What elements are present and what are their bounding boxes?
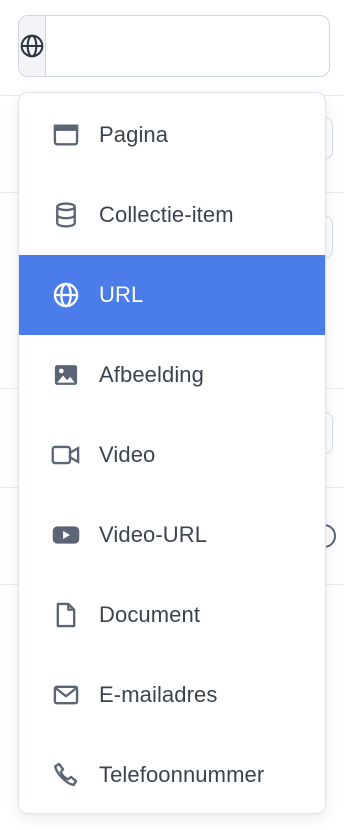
- phone-icon: [51, 760, 81, 790]
- youtube-play-icon: [51, 520, 81, 550]
- menu-item-e-mailadres[interactable]: E-mailadres: [19, 655, 325, 735]
- menu-item-label: Document: [99, 602, 201, 627]
- envelope-icon: [51, 680, 81, 710]
- link-field: [18, 15, 330, 77]
- url-input[interactable]: [46, 16, 329, 76]
- link-picker-panel: Pagina Collectie-item URL Afbeelding Vid…: [0, 0, 344, 830]
- menu-item-label: Video: [99, 442, 156, 467]
- database-icon: [51, 200, 81, 230]
- globe-icon: [19, 33, 45, 59]
- menu-item-telefoonnummer[interactable]: Telefoonnummer: [19, 735, 325, 813]
- link-type-menu: Pagina Collectie-item URL Afbeelding Vid…: [18, 92, 326, 814]
- menu-item-collectie-item[interactable]: Collectie-item: [19, 175, 325, 255]
- menu-item-label: Video-URL: [99, 522, 208, 547]
- menu-item-label: Collectie-item: [99, 202, 234, 227]
- menu-item-pagina[interactable]: Pagina: [19, 95, 325, 175]
- menu-item-label: Pagina: [99, 122, 169, 147]
- menu-item-document[interactable]: Document: [19, 575, 325, 655]
- menu-item-afbeelding[interactable]: Afbeelding: [19, 335, 325, 415]
- menu-item-label: URL: [99, 282, 144, 307]
- globe-icon: [51, 280, 81, 310]
- menu-item-video[interactable]: Video: [19, 415, 325, 495]
- video-camera-icon: [51, 440, 81, 470]
- menu-item-video-url[interactable]: Video-URL: [19, 495, 325, 575]
- menu-item-label: Telefoonnummer: [99, 762, 265, 787]
- menu-item-url[interactable]: URL: [19, 255, 325, 335]
- image-icon: [51, 360, 81, 390]
- link-type-list: Pagina Collectie-item URL Afbeelding Vid…: [19, 93, 325, 813]
- link-type-button[interactable]: [19, 16, 46, 76]
- browser-window-icon: [51, 120, 81, 150]
- document-icon: [51, 600, 81, 630]
- menu-item-label: Afbeelding: [99, 362, 204, 387]
- menu-item-label: E-mailadres: [99, 682, 218, 707]
